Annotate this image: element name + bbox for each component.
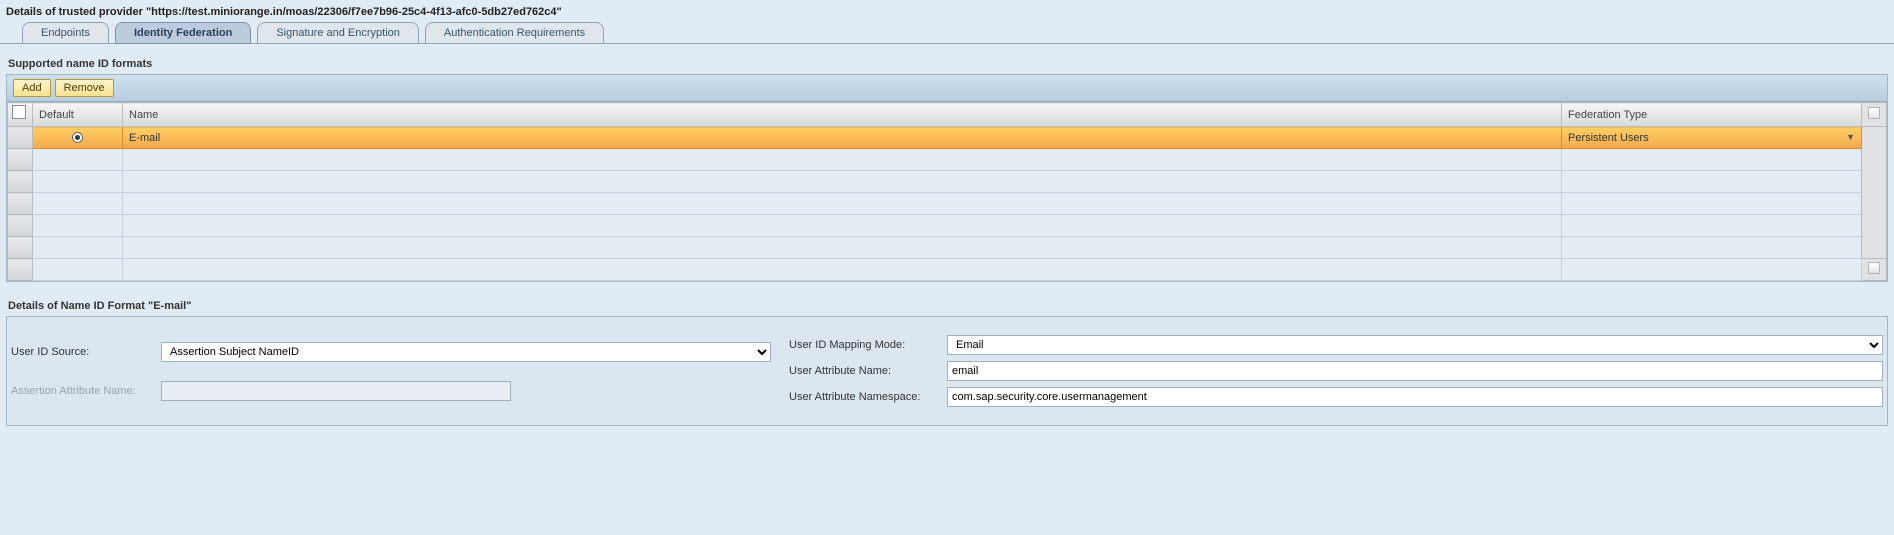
section-supported-formats-title: Supported name ID formats	[6, 54, 1888, 74]
add-button[interactable]: Add	[13, 79, 51, 97]
label-assertion-attribute-name: Assertion Attribute Name:	[11, 385, 153, 397]
table-row[interactable]	[8, 215, 1887, 237]
row-user-id-mapping-mode: User ID Mapping Mode: Email	[789, 335, 1883, 355]
tab-authentication-requirements[interactable]: Authentication Requirements	[425, 22, 604, 44]
toolbar: Add Remove	[7, 75, 1887, 102]
table-row[interactable]	[8, 149, 1887, 171]
default-radio-cell[interactable]	[33, 127, 123, 149]
table-row[interactable]	[8, 193, 1887, 215]
input-assertion-attribute-name	[161, 381, 511, 401]
input-user-attribute-name[interactable]	[947, 361, 1883, 381]
label-user-attribute-namespace: User Attribute Namespace:	[789, 391, 939, 403]
scrollbar-track[interactable]	[1862, 127, 1887, 259]
remove-button[interactable]: Remove	[55, 79, 114, 97]
label-user-id-source: User ID Source:	[11, 346, 153, 358]
federation-type-cell[interactable]: Persistent Users▼	[1562, 127, 1862, 149]
tab-endpoints[interactable]: Endpoints	[22, 22, 109, 44]
supported-formats-panel: Add Remove Default Name Federation Type …	[6, 74, 1888, 282]
row-user-attribute-name: User Attribute Name:	[789, 361, 1883, 381]
select-all-icon[interactable]	[8, 103, 33, 127]
table-row[interactable]: E-mail Persistent Users▼	[8, 127, 1887, 149]
row-handle[interactable]	[8, 127, 33, 149]
section-details-title: Details of Name ID Format "E-mail"	[6, 296, 1888, 316]
select-user-id-mapping-mode[interactable]: Email	[947, 335, 1883, 355]
page-title: Details of trusted provider "https://tes…	[0, 0, 1894, 22]
chevron-down-icon[interactable]: ▼	[1846, 132, 1855, 142]
details-panel: User ID Source: Assertion Subject NameID…	[6, 316, 1888, 426]
col-name[interactable]: Name	[123, 103, 1562, 127]
row-user-id-source: User ID Source: Assertion Subject NameID	[11, 335, 771, 368]
table-row[interactable]	[8, 237, 1887, 259]
tabrow: Endpoints Identity Federation Signature …	[0, 22, 1894, 44]
input-user-attribute-namespace[interactable]	[947, 387, 1883, 407]
col-default[interactable]: Default	[33, 103, 123, 127]
row-assertion-attribute-name: Assertion Attribute Name:	[11, 374, 771, 407]
tab-signature-encryption[interactable]: Signature and Encryption	[257, 22, 419, 44]
table-row[interactable]	[8, 171, 1887, 193]
select-user-id-source[interactable]: Assertion Subject NameID	[161, 342, 771, 362]
scroll-down-icon[interactable]	[1862, 259, 1887, 281]
row-user-attribute-namespace: User Attribute Namespace:	[789, 387, 1883, 407]
col-federation-type[interactable]: Federation Type	[1562, 103, 1862, 127]
table-row[interactable]	[8, 259, 1887, 281]
label-user-id-mapping-mode: User ID Mapping Mode:	[789, 339, 939, 351]
scroll-up-icon[interactable]	[1862, 103, 1887, 127]
name-cell[interactable]: E-mail	[123, 127, 1562, 149]
tab-identity-federation[interactable]: Identity Federation	[115, 22, 251, 44]
label-user-attribute-name: User Attribute Name:	[789, 365, 939, 377]
formats-table: Default Name Federation Type E-mail Pers…	[7, 102, 1887, 281]
radio-on-icon[interactable]	[72, 132, 83, 143]
